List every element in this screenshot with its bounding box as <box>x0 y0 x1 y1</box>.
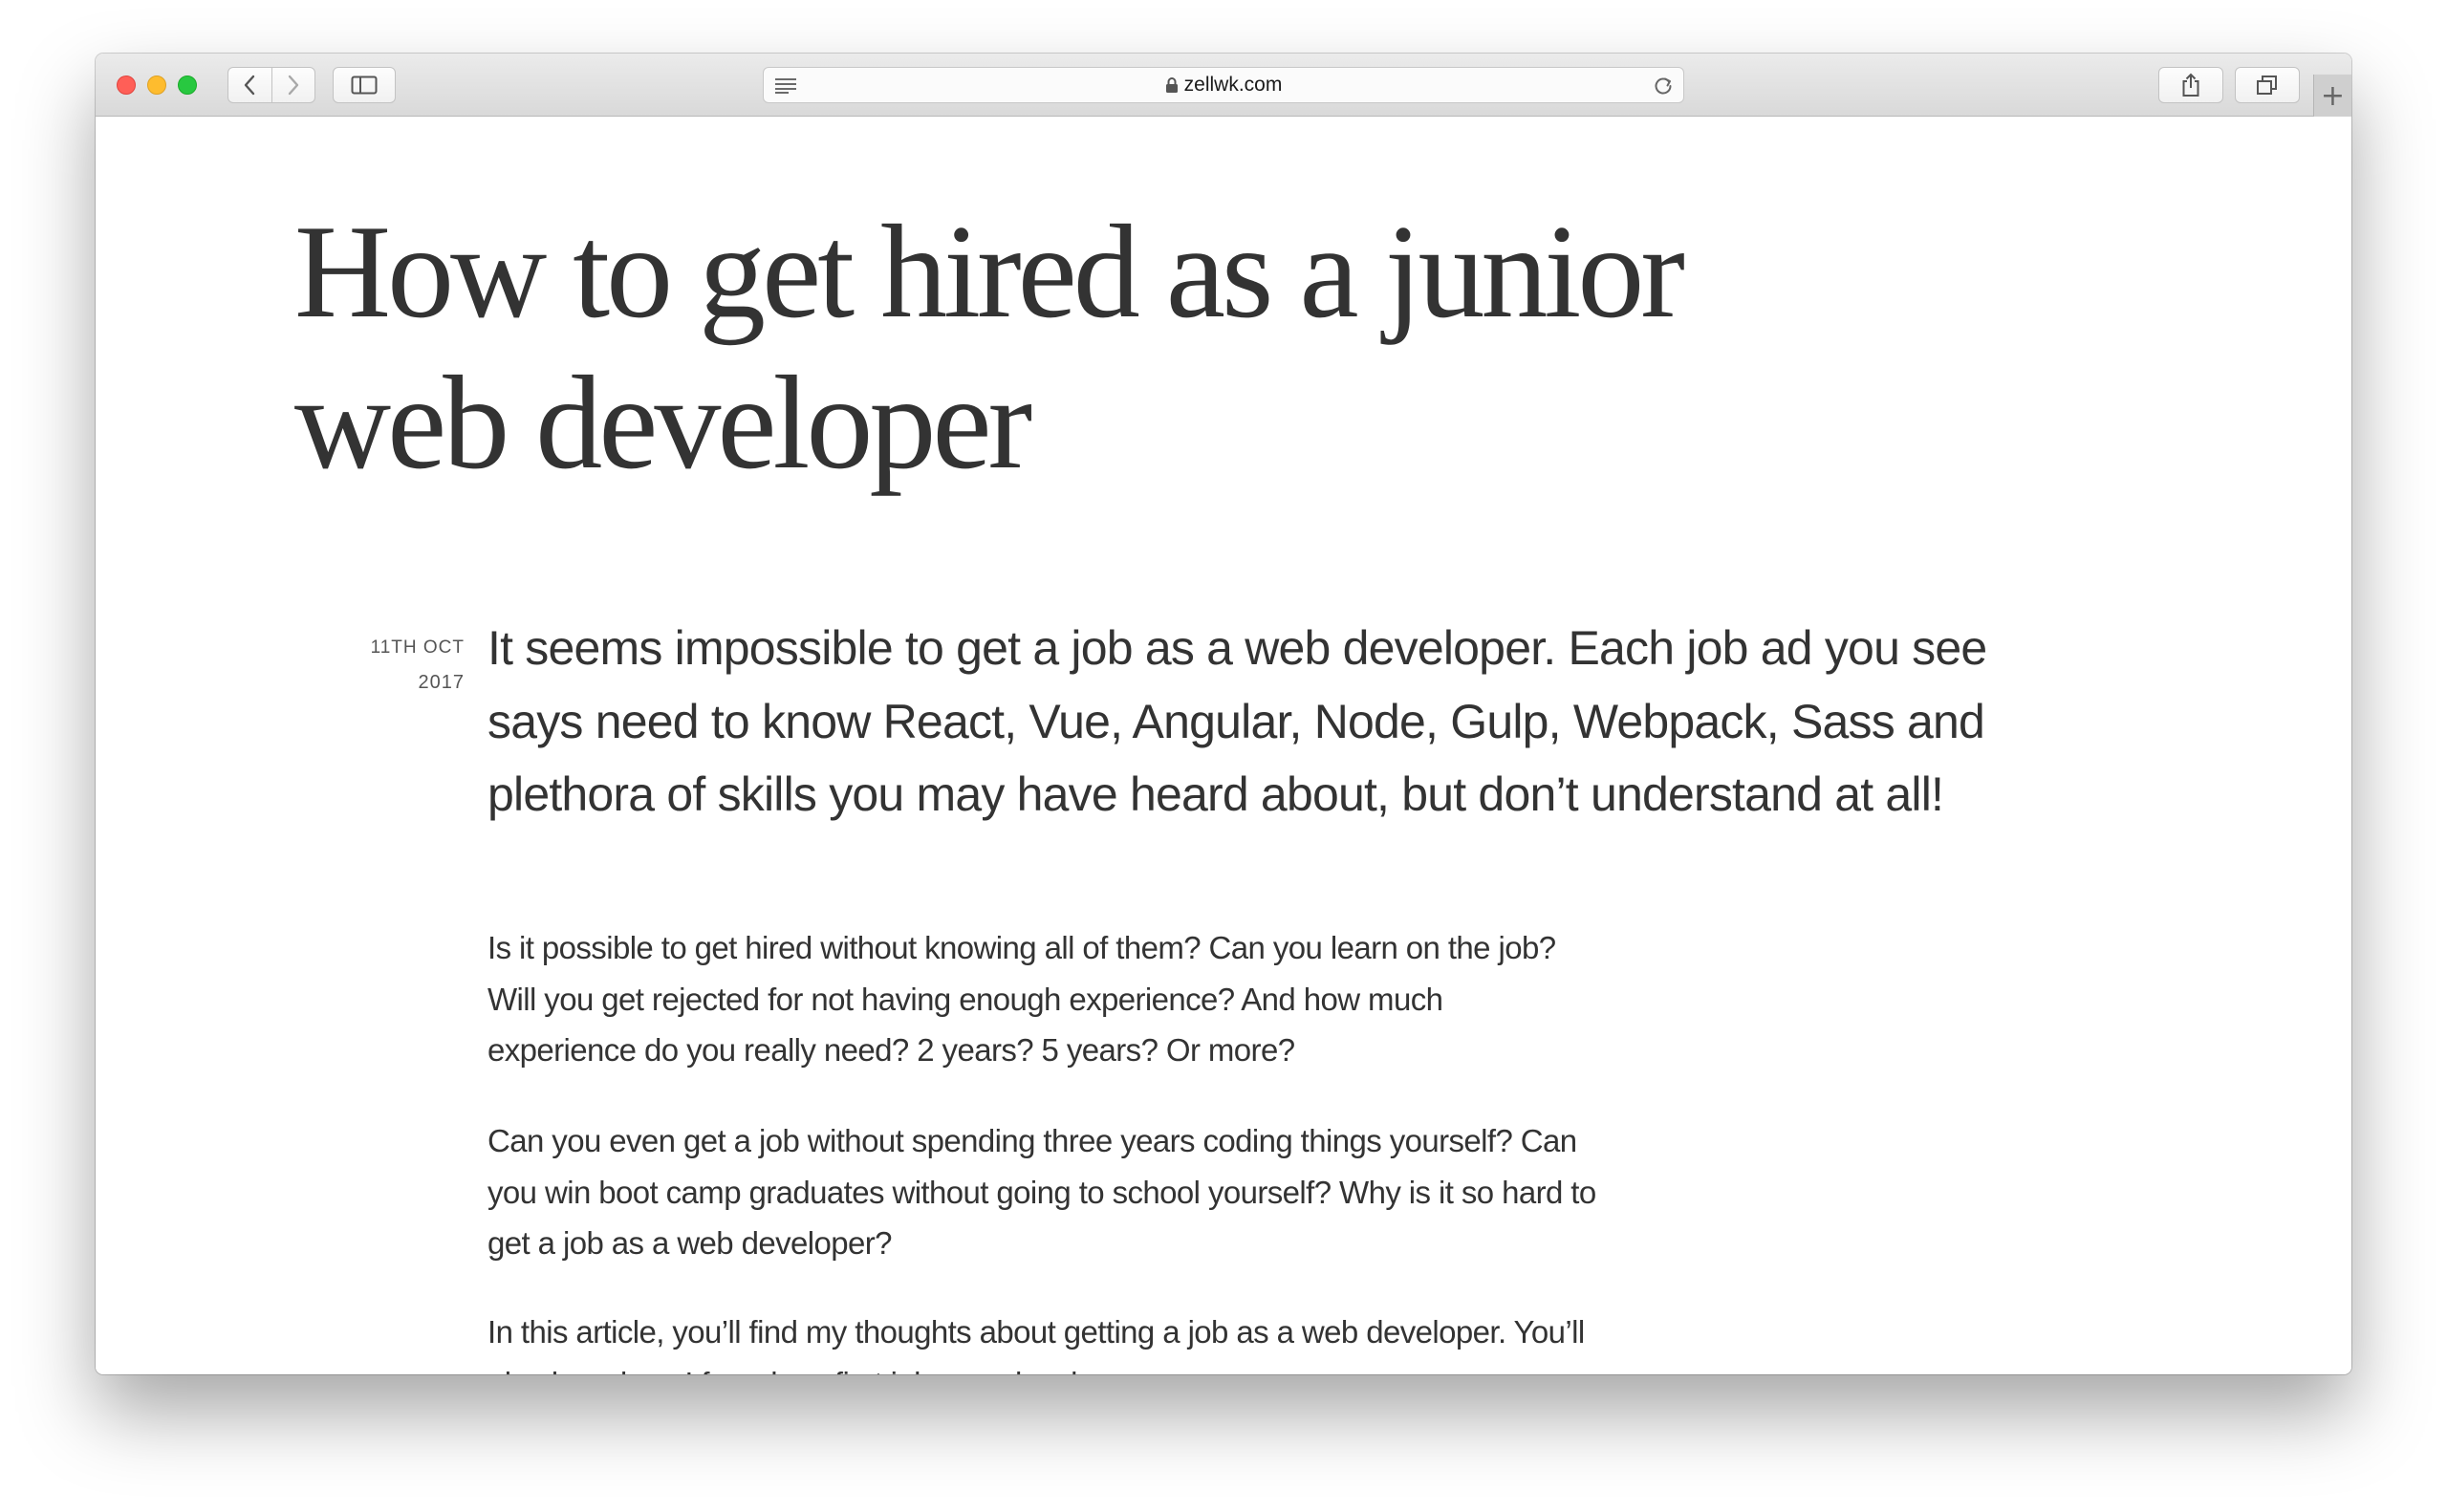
browser-window: zellwk.com + How to get hired as a junio… <box>96 54 2351 1374</box>
chevron-left-icon <box>245 75 255 96</box>
back-button[interactable] <box>228 68 271 102</box>
maximize-window-button[interactable] <box>178 76 197 95</box>
navigation-buttons <box>227 67 315 103</box>
url-display[interactable]: zellwk.com <box>764 68 1683 102</box>
date-day-month: 11TH OCT <box>370 637 465 658</box>
article-paragraph: Can you even get a job without spending … <box>487 1123 1596 1261</box>
sidebar-icon <box>351 76 378 95</box>
article-paragraph: Is it possible to get hired without know… <box>487 930 1556 1068</box>
url-text: zellwk.com <box>1183 74 1283 96</box>
close-window-button[interactable] <box>117 76 136 95</box>
share-button[interactable] <box>2158 67 2223 103</box>
address-bar[interactable]: zellwk.com <box>763 67 1684 103</box>
page-content: How to get hired as a junior web develop… <box>96 117 2351 1374</box>
lock-icon <box>1165 77 1178 93</box>
date-year: 2017 <box>418 672 465 693</box>
reload-icon[interactable] <box>1653 76 1674 97</box>
article-paragraph: In this article, you’ll find my thoughts… <box>487 1314 1585 1374</box>
show-tabs-button[interactable] <box>2235 67 2300 103</box>
article-title: How to get hired as a junior web develop… <box>294 198 1685 497</box>
browser-toolbar: zellwk.com + <box>96 54 2351 117</box>
forward-button[interactable] <box>271 68 315 102</box>
article-date: 11TH OCT 2017 <box>335 631 465 700</box>
plus-icon: + <box>2320 78 2346 113</box>
tabs-icon <box>2257 76 2277 95</box>
chevron-right-icon <box>288 75 298 96</box>
sidebar-toggle-button[interactable] <box>333 67 396 103</box>
minimize-window-button[interactable] <box>147 76 166 95</box>
share-icon <box>2182 73 2199 97</box>
new-tab-button[interactable]: + <box>2313 75 2351 117</box>
article-lead: It seems impossible to get a job as a we… <box>487 621 1987 821</box>
